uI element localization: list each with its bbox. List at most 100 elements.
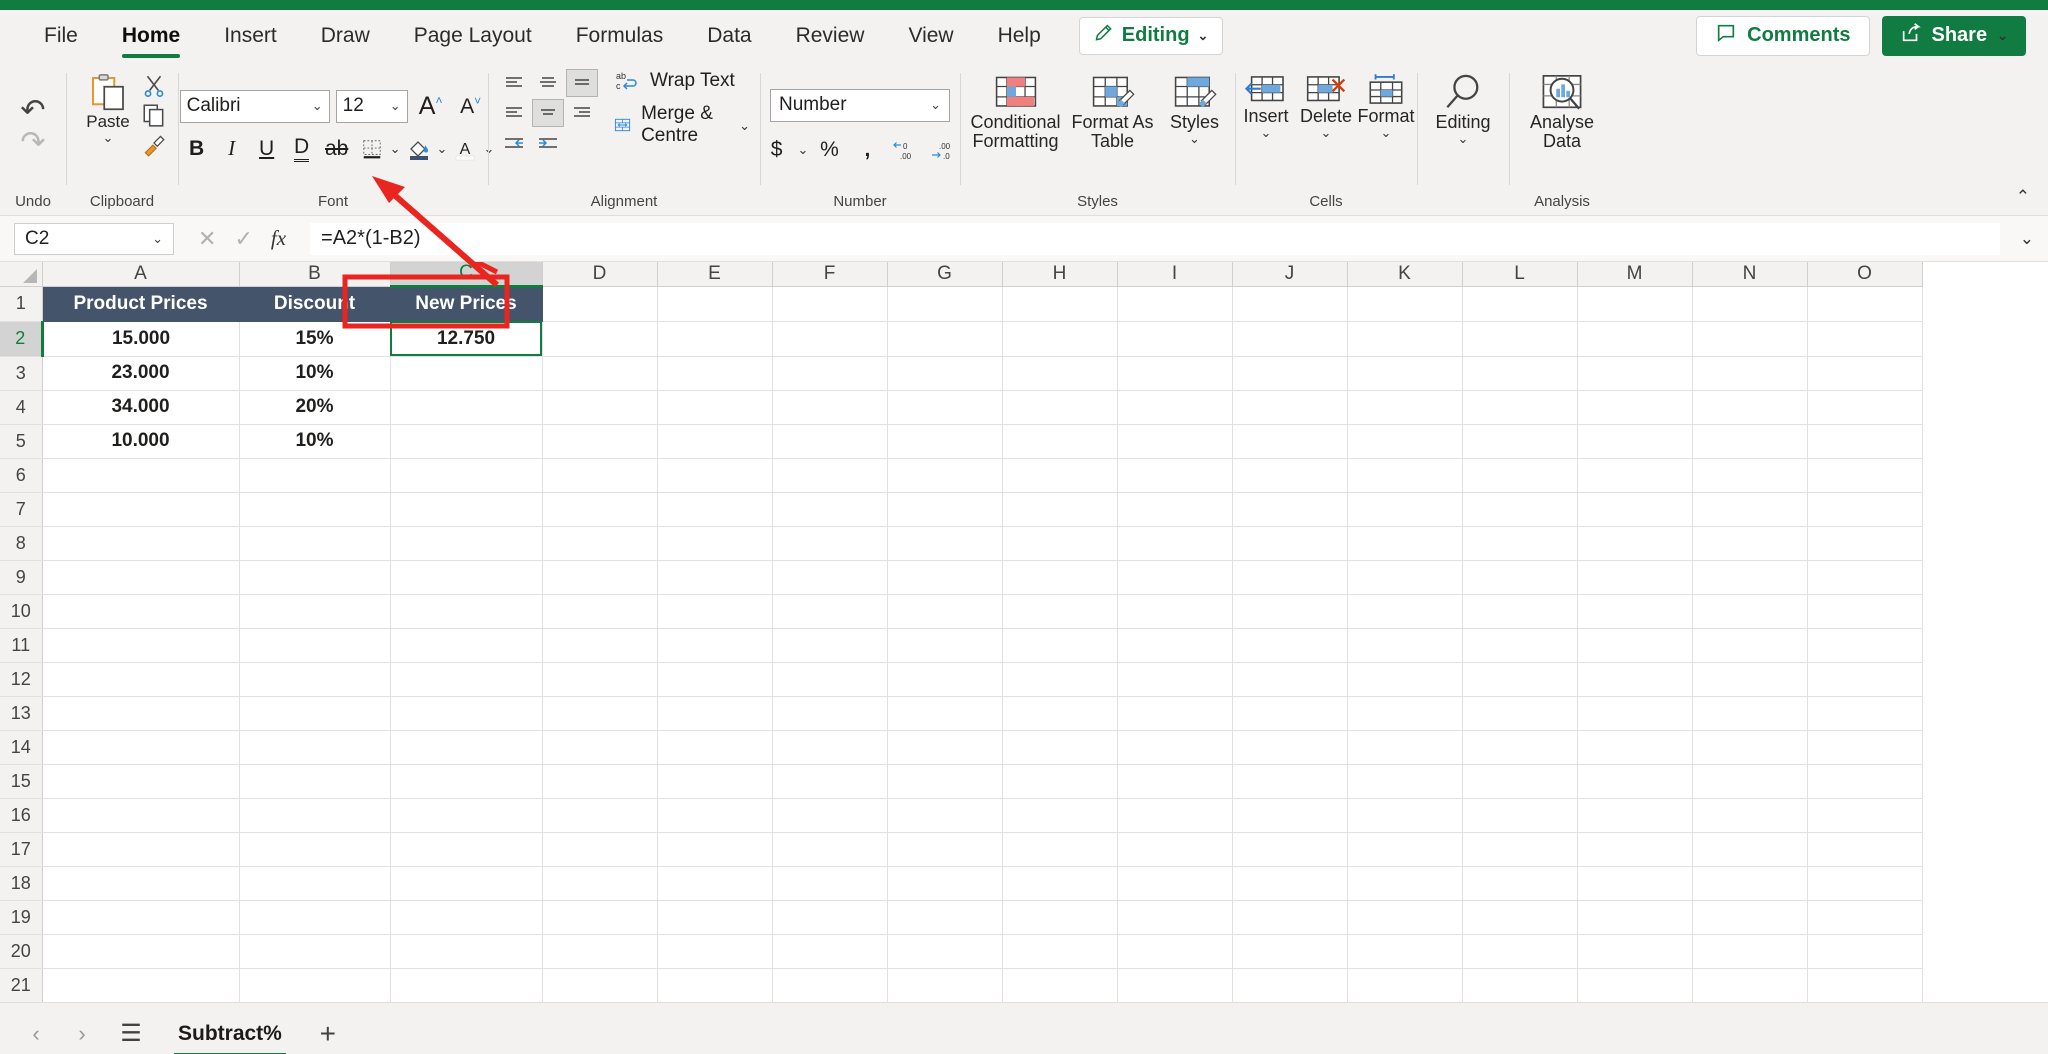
cell-L19[interactable]	[1462, 900, 1577, 934]
row-header-15[interactable]: 15	[0, 764, 42, 798]
cell-M1[interactable]	[1577, 286, 1692, 321]
column-header-N[interactable]: N	[1692, 262, 1807, 286]
cell-H3[interactable]	[1002, 356, 1117, 390]
cell-C3[interactable]	[390, 356, 542, 390]
row-header-1[interactable]: 1	[0, 286, 42, 321]
column-header-E[interactable]: E	[657, 262, 772, 286]
cell-E20[interactable]	[657, 934, 772, 968]
cell-M3[interactable]	[1577, 356, 1692, 390]
cell-styles-button[interactable]: Styles ⌄	[1162, 69, 1228, 145]
expand-formula-bar-button[interactable]: ⌄	[2010, 229, 2034, 249]
cell-F10[interactable]	[772, 594, 887, 628]
cell-M11[interactable]	[1577, 628, 1692, 662]
redo-arrow-icon[interactable]: ↷	[20, 128, 45, 158]
cell-O15[interactable]	[1807, 764, 1922, 798]
analyse-data-button[interactable]: Analyse Data	[1516, 69, 1608, 151]
column-header-C[interactable]: C	[390, 262, 542, 286]
cell-O18[interactable]	[1807, 866, 1922, 900]
tab-draw[interactable]: Draw	[299, 10, 392, 61]
cell-G19[interactable]	[887, 900, 1002, 934]
cell-M18[interactable]	[1577, 866, 1692, 900]
cell-D8[interactable]	[542, 526, 657, 560]
cell-M8[interactable]	[1577, 526, 1692, 560]
select-all-corner[interactable]	[0, 262, 42, 286]
cell-G21[interactable]	[887, 968, 1002, 1002]
cell-J17[interactable]	[1232, 832, 1347, 866]
cell-O20[interactable]	[1807, 934, 1922, 968]
align-left-button[interactable]	[498, 99, 530, 127]
increase-font-size-button[interactable]: A˄	[414, 90, 448, 122]
cell-E5[interactable]	[657, 424, 772, 458]
cell-H8[interactable]	[1002, 526, 1117, 560]
insert-cells-button[interactable]: Insert ⌄	[1237, 69, 1295, 139]
tab-page-layout[interactable]: Page Layout	[392, 10, 554, 61]
cell-K19[interactable]	[1347, 900, 1462, 934]
column-header-L[interactable]: L	[1462, 262, 1577, 286]
cell-B15[interactable]	[239, 764, 390, 798]
cell-K21[interactable]	[1347, 968, 1462, 1002]
decrease-indent-button[interactable]	[498, 129, 530, 157]
cell-G3[interactable]	[887, 356, 1002, 390]
all-sheets-button[interactable]: ☰	[108, 1014, 154, 1054]
cell-E11[interactable]	[657, 628, 772, 662]
cell-E21[interactable]	[657, 968, 772, 1002]
column-header-D[interactable]: D	[542, 262, 657, 286]
column-header-K[interactable]: K	[1347, 262, 1462, 286]
cell-H16[interactable]	[1002, 798, 1117, 832]
cell-K7[interactable]	[1347, 492, 1462, 526]
row-header-4[interactable]: 4	[0, 390, 42, 424]
cell-I6[interactable]	[1117, 458, 1232, 492]
cell-G8[interactable]	[887, 526, 1002, 560]
cell-C12[interactable]	[390, 662, 542, 696]
cell-J19[interactable]	[1232, 900, 1347, 934]
tab-review[interactable]: Review	[774, 10, 887, 61]
row-header-16[interactable]: 16	[0, 798, 42, 832]
cell-A8[interactable]	[42, 526, 239, 560]
cell-D9[interactable]	[542, 560, 657, 594]
cell-M19[interactable]	[1577, 900, 1692, 934]
cell-C16[interactable]	[390, 798, 542, 832]
cell-E16[interactable]	[657, 798, 772, 832]
cell-G20[interactable]	[887, 934, 1002, 968]
cell-A7[interactable]	[42, 492, 239, 526]
cell-F8[interactable]	[772, 526, 887, 560]
cell-M16[interactable]	[1577, 798, 1692, 832]
cell-A17[interactable]	[42, 832, 239, 866]
cell-H6[interactable]	[1002, 458, 1117, 492]
cell-H18[interactable]	[1002, 866, 1117, 900]
cell-O4[interactable]	[1807, 390, 1922, 424]
cell-J13[interactable]	[1232, 696, 1347, 730]
increase-indent-button[interactable]	[532, 129, 564, 157]
cell-G11[interactable]	[887, 628, 1002, 662]
cell-E13[interactable]	[657, 696, 772, 730]
cell-O8[interactable]	[1807, 526, 1922, 560]
confirm-check-icon[interactable]: ✓	[234, 226, 252, 252]
cell-F3[interactable]	[772, 356, 887, 390]
bold-button[interactable]: B	[180, 133, 214, 165]
cell-G12[interactable]	[887, 662, 1002, 696]
font-size-select[interactable]: 12 ⌄	[336, 90, 408, 123]
cell-A14[interactable]	[42, 730, 239, 764]
cell-O12[interactable]	[1807, 662, 1922, 696]
row-header-19[interactable]: 19	[0, 900, 42, 934]
cell-K12[interactable]	[1347, 662, 1462, 696]
cell-E19[interactable]	[657, 900, 772, 934]
cell-J21[interactable]	[1232, 968, 1347, 1002]
cell-I14[interactable]	[1117, 730, 1232, 764]
cell-B17[interactable]	[239, 832, 390, 866]
cell-C1[interactable]: New Prices	[390, 286, 542, 321]
cell-B19[interactable]	[239, 900, 390, 934]
cell-I18[interactable]	[1117, 866, 1232, 900]
cell-H4[interactable]	[1002, 390, 1117, 424]
cell-O11[interactable]	[1807, 628, 1922, 662]
cell-B3[interactable]: 10%	[239, 356, 390, 390]
cell-J3[interactable]	[1232, 356, 1347, 390]
cell-L15[interactable]	[1462, 764, 1577, 798]
cell-F18[interactable]	[772, 866, 887, 900]
cell-G17[interactable]	[887, 832, 1002, 866]
cell-L3[interactable]	[1462, 356, 1577, 390]
cell-C5[interactable]	[390, 424, 542, 458]
cell-C17[interactable]	[390, 832, 542, 866]
cell-C9[interactable]	[390, 560, 542, 594]
undo-arrow-icon[interactable]: ↶	[20, 96, 45, 126]
